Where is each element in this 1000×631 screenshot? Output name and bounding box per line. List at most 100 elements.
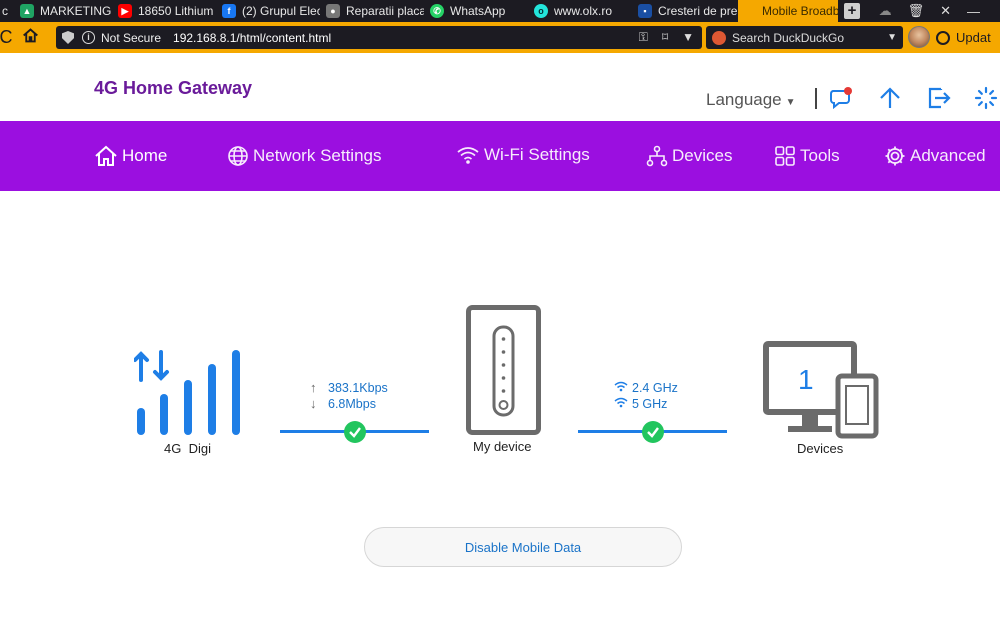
signal-strength-icon [134,350,240,435]
wifi-icon [614,380,632,395]
url-text[interactable]: 192.168.8.1/html/content.html [173,31,331,45]
check-icon [344,421,366,443]
url-bar[interactable]: i Not Secure 192.168.8.1/html/content.ht… [56,26,702,49]
upload-rate: ↑ 383.1Kbps [310,380,388,395]
nav-label: Tools [800,146,840,165]
shield-icon[interactable] [62,31,74,44]
olx-icon: o [534,4,548,18]
nav-devices[interactable]: Devices [646,145,732,167]
tab-cresteri[interactable]: ▪ Cresteri de pre [632,0,738,22]
bookmark-icon[interactable]: ⌑ [662,30,668,45]
check-icon [642,421,664,443]
minimize-icon[interactable]: — [967,4,980,19]
key-icon[interactable]: ⚿ [639,30,648,45]
nav-wifi-settings[interactable]: Wi-Fi Settings [456,145,590,165]
drive-icon: ▲ [20,4,34,18]
nav-label: Network Settings [253,146,382,165]
info-icon[interactable]: i [82,31,95,44]
tab-title: WhatsApp [450,4,506,18]
home-icon [95,145,117,166]
nav-label: Home [122,146,168,165]
upload-icon[interactable] [878,86,902,110]
network-icon [646,145,668,167]
update-icon [936,30,950,45]
user-icon: ● [326,4,340,18]
avatar[interactable] [908,26,930,48]
devices-label: Devices [797,441,844,456]
device-label: My device [473,439,532,454]
caret-down-icon: ▼ [785,97,796,108]
arrow-up-icon: ↑ [310,380,317,395]
divider [815,88,817,109]
trash-icon[interactable]: 🗑 [908,3,925,19]
band-24-label: 2.4 GHz [632,380,678,395]
main-nav: Home Network Settings Wi-Fi Settings Dev… [0,121,1000,191]
tab-title: (2) Grupul Elec [242,4,320,18]
wifi-icon [614,396,632,411]
nav-advanced[interactable]: Advanced [884,145,986,167]
nav-tools[interactable]: Tools [774,145,840,167]
wifi-icon [457,147,479,164]
devices-count: 1 [798,364,814,395]
language-label: Language [706,90,782,109]
loading-spinner-icon [974,86,998,110]
tab-olx[interactable]: o www.olx.ro [528,0,632,22]
reload-icon[interactable]: C [0,27,18,48]
tab-title: 18650 Lithium [138,4,214,18]
tab-title: www.olx.ro [554,4,613,18]
message-icon[interactable] [829,86,853,110]
tab-marketing[interactable]: ▲ MARKETING - [14,0,112,22]
gear-icon [885,146,905,166]
disable-mobile-data-button[interactable]: Disable Mobile Data [364,527,682,567]
new-tab-button[interactable]: + [844,3,860,19]
home-button-icon[interactable] [18,27,42,49]
devices-icon[interactable] [762,340,880,440]
upload-rate-value: 383.1Kbps [328,380,388,395]
update-button[interactable]: Updat [936,30,991,45]
nav-label: Advanced [910,146,986,165]
tab-youtube[interactable]: ▶ 18650 Lithium [112,0,216,22]
tab-partial[interactable]: c [0,0,14,22]
tab-mobile-broadband[interactable]: Mobile Broadb [738,0,838,22]
whatsapp-icon: ✆ [430,4,444,18]
browser-tab-strip: c ▲ MARKETING - ▶ 18650 Lithium f (2) Grupu… [0,0,1000,22]
nav-label: Devices [672,146,733,165]
tab-title: c [2,4,8,18]
close-icon[interactable]: ✕ [940,3,951,19]
search-input[interactable]: Search DuckDuckGo ▼ [706,26,903,49]
youtube-icon: ▶ [118,4,132,18]
chevron-down-icon[interactable]: ▼ [887,32,897,43]
network-type-label: 4G Digi [164,441,211,456]
browser-toolbar: C i Not Secure 192.168.8.1/html/content.… [0,22,1000,53]
language-selector[interactable]: Language ▼ [706,90,796,110]
tab-reparatii[interactable]: ● Reparatii placa [320,0,424,22]
logout-icon[interactable] [927,86,951,110]
wifi-band-24: 2.4 GHz [614,380,678,395]
chevron-down-icon[interactable]: ▼ [682,30,694,45]
arrow-down-icon: ↓ [310,396,317,411]
update-label: Updat [956,30,991,45]
duckduckgo-icon [712,30,726,45]
window-controls: ☁ 🗑 ✕ — [879,0,1000,22]
search-placeholder: Search DuckDuckGo [732,30,845,45]
tab-title: MARKETING - [40,4,112,18]
tab-facebook[interactable]: f (2) Grupul Elec [216,0,320,22]
wifi-band-5: 5 GHz [614,396,667,411]
tab-title: Reparatii placa [346,4,424,18]
tab-title: Cresteri de pre [658,4,738,18]
tools-icon [775,146,795,166]
nav-label: Wi-Fi Settings [484,145,590,164]
tab-whatsapp[interactable]: ✆ WhatsApp [424,0,528,22]
page-header: 4G Home Gateway Language ▼ [0,53,1000,121]
not-secure-label: Not Secure [101,30,162,45]
cloud-icon[interactable]: ☁ [879,3,892,19]
nav-home[interactable]: Home [94,145,167,167]
router-icon [466,305,541,435]
facebook-icon: f [222,4,236,18]
nav-network-settings[interactable]: Network Settings [227,145,382,167]
brand-title: 4G Home Gateway [94,78,253,98]
band-5-label: 5 GHz [632,396,668,411]
globe-icon [228,146,248,166]
operator-label: Digi [188,441,211,456]
download-rate-value: 6.8Mbps [328,396,376,411]
